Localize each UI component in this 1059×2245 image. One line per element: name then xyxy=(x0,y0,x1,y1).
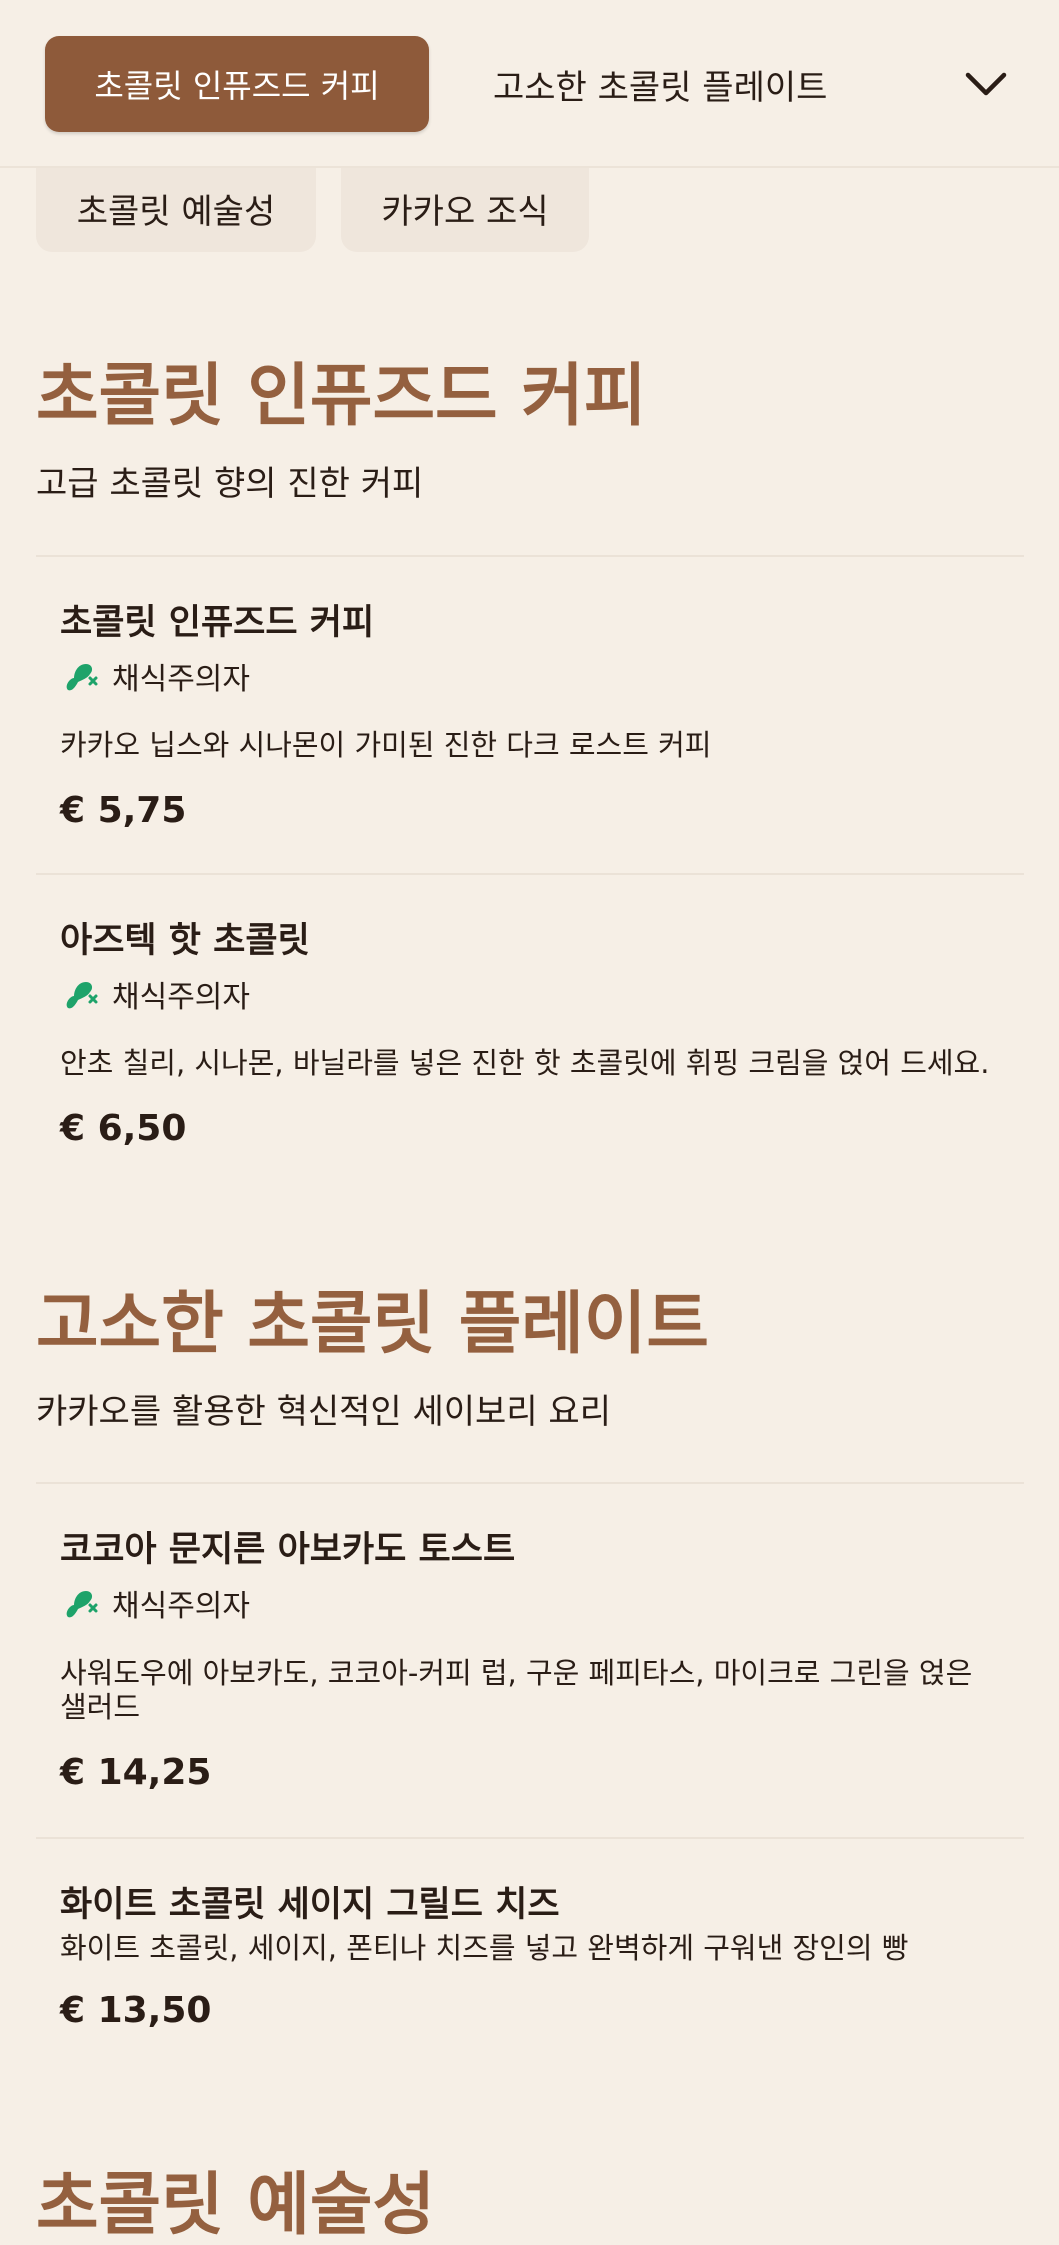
divider xyxy=(36,1837,1024,1839)
item-price: € 13,50 xyxy=(60,1990,212,2031)
item-price: € 5,75 xyxy=(60,790,187,831)
divider xyxy=(36,555,1024,557)
item-price: € 14,25 xyxy=(60,1752,212,1793)
tab-chocolate-infused-coffee[interactable]: 초콜릿 인퓨즈드 커피 xyxy=(45,36,429,132)
vegetarian-icon xyxy=(66,982,98,1009)
vegetarian-badge: 채식주의자 xyxy=(60,974,250,1015)
tab-cacao-breakfast[interactable]: 카카오 조식 xyxy=(341,164,589,252)
section-title: 초콜릿 인퓨즈드 커피 xyxy=(36,357,647,436)
vegetarian-badge: 채식주의자 xyxy=(60,656,250,697)
badge-label: 채식주의자 xyxy=(112,1589,250,1624)
vegetarian-badge: 채식주의자 xyxy=(60,1583,250,1624)
section-title: 고소한 초콜릿 플레이트 xyxy=(36,1285,709,1364)
section-title: 초콜릿 예술성 xyxy=(36,2166,436,2245)
divider xyxy=(36,1482,1024,1484)
item-name: 아즈텍 핫 초콜릿 xyxy=(60,921,310,961)
badge-label: 채식주의자 xyxy=(112,980,250,1015)
vegetarian-icon xyxy=(66,664,98,691)
badge-label: 채식주의자 xyxy=(112,662,250,697)
item-name: 코코아 문지른 아보카도 토스트 xyxy=(60,1530,516,1570)
item-price: € 6,50 xyxy=(60,1108,187,1149)
section-subtitle: 카카오를 활용한 혁신적인 세이보리 요리 xyxy=(36,1392,611,1432)
item-description: 사워도우에 아보카도, 코코아-커피 럽, 구운 페피타스, 마이크로 그린을 … xyxy=(60,1656,973,1724)
divider xyxy=(36,873,1024,875)
item-name: 초콜릿 인퓨즈드 커피 xyxy=(60,603,375,643)
section-subtitle: 고급 초콜릿 향의 진한 커피 xyxy=(36,464,424,504)
tab-chocolate-artistry[interactable]: 초콜릿 예술성 xyxy=(36,164,316,252)
vegetarian-icon xyxy=(66,1591,98,1618)
item-description: 화이트 초콜릿, 세이지, 폰티나 치즈를 넣고 완벽하게 구워낸 장인의 빵 xyxy=(60,1931,909,1965)
chevron-down-icon[interactable] xyxy=(964,62,1008,106)
tab-savory-chocolate-plates[interactable]: 고소한 초콜릿 플레이트 xyxy=(493,36,827,132)
item-description: 안초 칠리, 시나몬, 바닐라를 넣은 진한 핫 초콜릿에 휘핑 크림을 얹어 … xyxy=(60,1046,990,1080)
item-description: 카카오 닙스와 시나몬이 가미된 진한 다크 로스트 커피 xyxy=(60,728,712,762)
category-bar: 초콜릿 인퓨즈드 커피 고소한 초콜릿 플레이트 xyxy=(0,0,1059,168)
item-name: 화이트 초콜릿 세이지 그릴드 치즈 xyxy=(60,1885,560,1925)
